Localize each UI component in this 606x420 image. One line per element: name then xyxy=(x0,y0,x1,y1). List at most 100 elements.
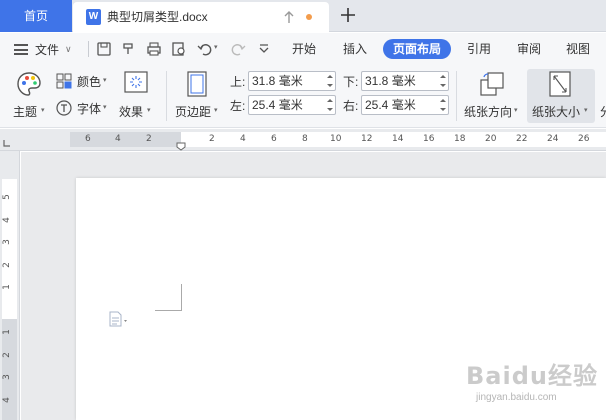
ruler-number: 2 xyxy=(1,352,12,358)
watermark-url: jingyan.baidu.com xyxy=(476,392,557,403)
menu-tab-review[interactable]: 审阅 xyxy=(517,33,541,65)
ruler-number: 2 xyxy=(209,134,215,144)
save-icon[interactable] xyxy=(96,41,112,57)
page-margins-icon xyxy=(187,71,207,97)
menu-bar: 文件 ∨ ▾ 开始 插入 页面布局 引用 审阅 视图 xyxy=(0,33,606,65)
separator xyxy=(88,41,89,57)
fonts-button[interactable]: 字体 ▾ xyxy=(55,98,115,118)
menu-tab-page-layout[interactable]: 页面布局 xyxy=(383,39,452,59)
paragraph-layout-icon[interactable] xyxy=(109,311,131,327)
top-margin-input[interactable]: 31.8 毫米 xyxy=(248,71,336,91)
undo-icon[interactable] xyxy=(197,41,213,57)
bottom-margin-value: 31.8 毫米 xyxy=(365,74,416,88)
next-group-label-partial[interactable]: 分 xyxy=(600,103,606,120)
tab-bar: 首页 W 典型切屑类型.docx xyxy=(0,0,606,32)
paper-size-label: 纸张大小 xyxy=(532,105,581,119)
watermark: Baidu经验 jingyan.baidu.com xyxy=(462,350,602,416)
menu-tab-start[interactable]: 开始 xyxy=(292,33,316,65)
spinner-arrows-icon[interactable] xyxy=(326,97,333,113)
chevron-down-icon: ▾ xyxy=(214,107,218,114)
print-preview-icon[interactable] xyxy=(171,41,187,57)
orientation-label: 纸张方向 xyxy=(464,105,513,119)
file-menu-label: 文件 xyxy=(35,42,60,57)
menu-tab-view[interactable]: 视图 xyxy=(566,33,590,65)
ruler-number: 24 xyxy=(547,134,559,144)
ruler-number: 20 xyxy=(485,134,497,144)
print-icon[interactable] xyxy=(146,41,162,57)
customize-toolbar-icon[interactable] xyxy=(256,41,272,57)
ruler-number: 4 xyxy=(115,134,121,144)
undo-dropdown-icon[interactable]: ▾ xyxy=(214,43,218,51)
ruler-number: 2 xyxy=(1,262,12,268)
chevron-down-icon: ▾ xyxy=(514,107,518,114)
bottom-margin-input[interactable]: 31.8 毫米 xyxy=(361,71,449,91)
format-painter-icon[interactable] xyxy=(121,41,137,57)
ruler-number: 10 xyxy=(330,134,342,144)
ruler-number: 4 xyxy=(1,397,12,403)
effects-icon xyxy=(124,71,148,93)
tab-home[interactable]: 首页 xyxy=(0,0,72,32)
chevron-down-icon: ▾ xyxy=(41,107,45,114)
effects-label: 效果 xyxy=(119,105,144,119)
separator xyxy=(456,71,457,121)
chevron-down-icon: ▾ xyxy=(103,77,107,84)
ruler-number: 22 xyxy=(516,134,528,144)
bottom-margin-label: 下: xyxy=(343,75,359,89)
right-margin-label: 右: xyxy=(343,99,359,113)
palette-icon xyxy=(17,72,41,96)
colors-button[interactable]: 颜色 ▾ xyxy=(55,71,115,91)
file-menu[interactable]: 文件 ∨ xyxy=(14,33,72,65)
chevron-down-icon: ▾ xyxy=(103,104,107,111)
ruler-number: 6 xyxy=(85,134,91,144)
ruler-number: 6 xyxy=(271,134,277,144)
ruler-number: 16 xyxy=(423,134,435,144)
horizontal-ruler[interactable]: 6 4 2 2 4 6 8 10 12 14 16 18 20 22 24 26 xyxy=(0,129,606,151)
ruler-number: 4 xyxy=(1,217,12,223)
ruler-number: 3 xyxy=(1,239,12,245)
left-margin-value: 25.4 毫米 xyxy=(252,98,303,112)
top-margin-value: 31.8 毫米 xyxy=(252,74,303,88)
ruler-number: 14 xyxy=(392,134,404,144)
tab-document[interactable]: W 典型切屑类型.docx xyxy=(73,2,329,32)
spinner-arrows-icon[interactable] xyxy=(326,73,333,89)
word-doc-icon: W xyxy=(86,9,101,25)
spinner-arrows-icon[interactable] xyxy=(439,73,446,89)
ruler-number: 1 xyxy=(1,329,12,335)
spinner-arrows-icon[interactable] xyxy=(439,97,446,113)
menu-tab-insert[interactable]: 插入 xyxy=(343,33,367,65)
fonts-label: 字体 xyxy=(77,102,102,116)
ruler-number: 8 xyxy=(302,134,308,144)
orientation-button[interactable]: 纸张方向 ▾ xyxy=(462,69,522,123)
document-title: 典型切屑类型.docx xyxy=(107,10,208,24)
left-margin-input[interactable]: 25.4 毫米 xyxy=(248,95,336,115)
separator xyxy=(166,71,167,121)
ruler-number: 18 xyxy=(454,134,466,144)
chevron-down-icon: ∨ xyxy=(65,43,72,54)
hamburger-icon xyxy=(14,43,28,55)
ruler-number: 4 xyxy=(240,134,246,144)
indent-marker-icon[interactable] xyxy=(176,142,186,151)
theme-button[interactable]: 主题 ▾ xyxy=(10,69,50,123)
right-margin-input[interactable]: 25.4 毫米 xyxy=(361,95,449,115)
vertical-ruler[interactable]: 5 4 3 2 1 1 2 3 4 xyxy=(0,151,20,420)
ruler-text-zone xyxy=(2,179,17,319)
ruler-number: 3 xyxy=(1,374,12,380)
tab-stop-icon[interactable] xyxy=(2,139,11,148)
menu-tab-references[interactable]: 引用 xyxy=(467,33,491,65)
ruler-number: 26 xyxy=(578,134,590,144)
effects-button[interactable]: 效果 ▾ xyxy=(118,69,160,123)
font-icon xyxy=(56,100,72,116)
ruler-number: 12 xyxy=(361,134,373,144)
upload-icon[interactable] xyxy=(283,10,295,24)
redo-icon[interactable] xyxy=(230,41,246,57)
colors-label: 颜色 xyxy=(77,75,102,89)
watermark-brand: Baidu经验 xyxy=(466,362,598,390)
top-margin-label: 上: xyxy=(230,75,246,89)
ruler-number: 1 xyxy=(1,284,12,290)
paper-size-button[interactable]: 纸张大小 ▾ xyxy=(527,69,595,123)
margins-button[interactable]: 页边距 ▾ xyxy=(172,69,222,123)
chevron-down-icon: ▾ xyxy=(147,107,151,114)
new-tab-icon[interactable] xyxy=(340,7,356,23)
colors-grid-icon xyxy=(56,73,72,89)
paper-size-icon xyxy=(549,71,571,97)
